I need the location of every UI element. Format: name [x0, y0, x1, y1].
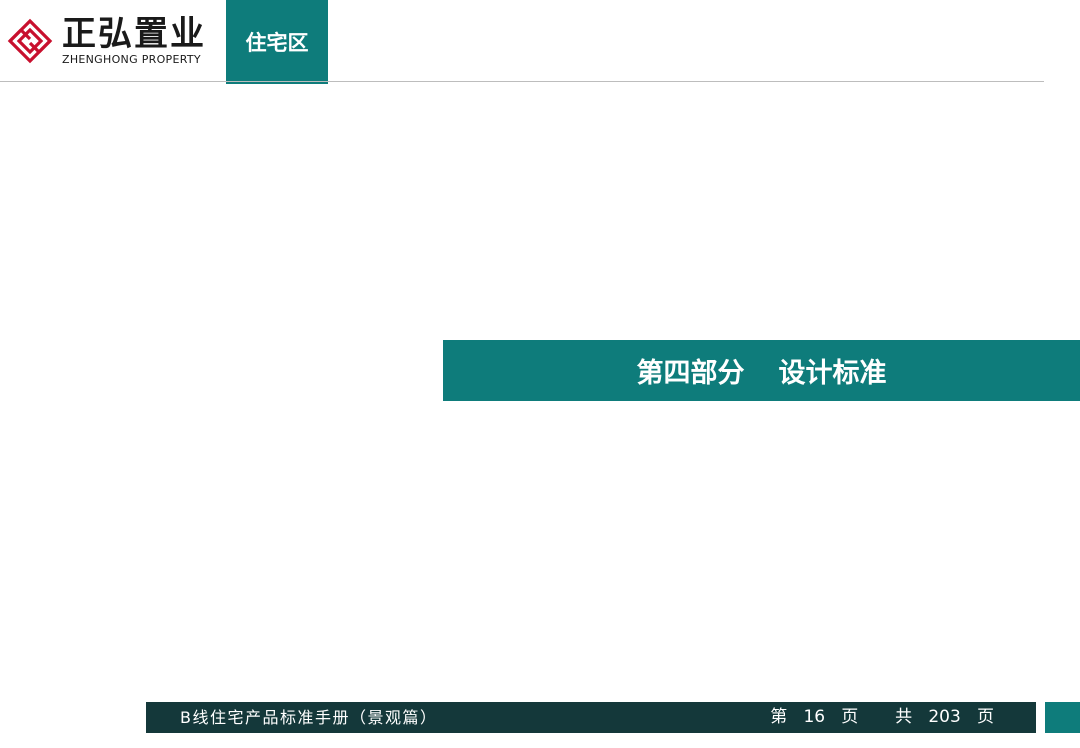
chapter-title: 设计标准: [778, 358, 887, 389]
zhenghong-logo-icon: [7, 18, 53, 64]
current-page-number: 16: [803, 707, 826, 727]
page-indicator: 第 16 页 共 203 页: [770, 702, 994, 733]
page-prefix: 第: [770, 707, 788, 727]
total-suffix: 页: [977, 707, 994, 727]
section-tab: 住宅区: [226, 0, 328, 84]
footer-bar: B线住宅产品标准手册（景观篇） 第 16 页 共 203 页: [146, 702, 1036, 733]
page-suffix: 页: [841, 707, 859, 727]
brand-name-en: ZHENGHONG PROPERTY: [62, 53, 201, 66]
chapter-title-band: 第四部分 设计标准: [443, 340, 1080, 401]
total-page-count: 203: [928, 707, 961, 727]
chapter-part-label: 第四部分: [636, 358, 745, 389]
manual-title: B线住宅产品标准手册（景观篇）: [180, 708, 438, 727]
footer-corner-block: [1045, 702, 1080, 733]
header-divider: [0, 81, 1044, 82]
total-prefix: 共: [895, 707, 913, 727]
brand-name-cn: 正弘置业: [62, 14, 206, 54]
